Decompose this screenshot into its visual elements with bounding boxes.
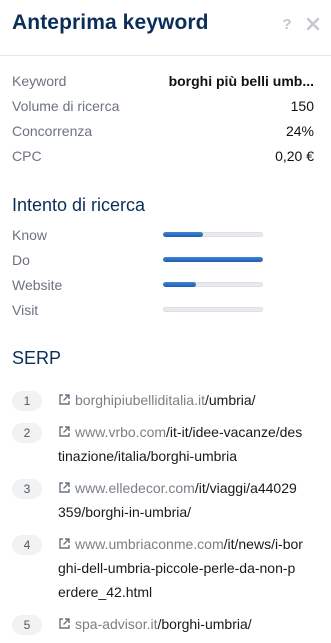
detail-row-volume: Volume di ricerca 150 (12, 93, 314, 118)
detail-row-cpc: CPC 0,20 € (12, 143, 314, 168)
intent-row-website: Website (12, 272, 263, 297)
external-link-icon (59, 482, 70, 493)
external-link-icon (59, 426, 70, 437)
close-icon[interactable] (305, 14, 321, 34)
serp-result: 3 www.elledecor.com/it/viaggi/a44029359/… (12, 476, 323, 524)
intent-label: Know (12, 226, 48, 243)
serp-result: 4 www.umbriaconme.com/it/news/i-borghi-d… (12, 532, 323, 604)
external-link-icon (59, 538, 70, 549)
serp-host: spa-advisor.it (75, 616, 158, 632)
rank-badge: 3 (12, 479, 42, 499)
detail-row-competition: Concorrenza 24% (12, 118, 314, 143)
serp-result: 5 spa-advisor.it/borghi-umbria/ (12, 612, 323, 636)
keyword-details: Keyword borghi più belli umb... Volume d… (12, 68, 314, 168)
intent-bar-fill (163, 232, 203, 237)
serp-host: borghipiubelliditalia.it (75, 392, 205, 408)
intent-bar (163, 232, 263, 237)
serp-link[interactable]: www.vrbo.com/it-it/idee-vacanze/destinaz… (58, 420, 303, 468)
detail-label: CPC (12, 147, 42, 164)
svg-text:?: ? (282, 16, 291, 32)
serp-link[interactable]: www.elledecor.com/it/viaggi/a44029359/bo… (58, 476, 303, 524)
external-link-icon (59, 394, 70, 405)
intent-bar-fill (163, 257, 263, 262)
detail-value: 150 (290, 97, 314, 114)
serp-link[interactable]: borghipiubelliditalia.it/umbria/ (58, 388, 303, 412)
intent-bar (163, 307, 263, 312)
intent-row-do: Do (12, 247, 263, 272)
question-icon[interactable]: ? (279, 14, 295, 34)
rank-badge: 1 (12, 391, 42, 411)
detail-value: 0,20 € (275, 147, 314, 164)
serp-host: www.umbriaconme.com (75, 536, 224, 552)
rank-badge: 5 (12, 615, 42, 635)
intent-bar (163, 257, 263, 262)
intent-label: Website (12, 276, 63, 293)
rank-badge: 2 (12, 423, 42, 443)
intent-row-visit: Visit (12, 297, 263, 322)
detail-label: Volume di ricerca (12, 97, 120, 114)
serp-link[interactable]: spa-advisor.it/borghi-umbria/ (58, 612, 303, 636)
detail-value: 24% (285, 122, 314, 139)
serp-list: 1 borghipiubelliditalia.it/umbria/ 2 www… (12, 388, 323, 643)
intent-label: Do (12, 251, 30, 268)
intent-row-know: Know (12, 222, 263, 247)
intent-bar (163, 282, 263, 287)
serp-host: www.vrbo.com (75, 424, 167, 440)
keyword-preview-panel: Anteprima keyword ? Keyword borghi più b… (0, 0, 331, 643)
serp-result: 2 www.vrbo.com/it-it/idee-vacanze/destin… (12, 420, 323, 468)
detail-value: borghi più belli umb... (168, 72, 314, 89)
intent-bar-fill (163, 282, 196, 287)
serp-path: /umbria/ (204, 392, 256, 408)
serp-section-title: SERP (12, 348, 62, 368)
serp-path: /borghi-umbria/ (157, 616, 252, 632)
panel-title: Anteprima keyword (12, 11, 209, 34)
header-actions: ? (279, 14, 321, 34)
external-link-icon (59, 618, 70, 629)
serp-host: www.elledecor.com (75, 480, 195, 496)
serp-result: 1 borghipiubelliditalia.it/umbria/ (12, 388, 323, 412)
panel-header: Anteprima keyword ? (0, 0, 331, 56)
detail-label: Keyword (12, 72, 67, 89)
detail-row-keyword: Keyword borghi più belli umb... (12, 68, 314, 93)
serp-link[interactable]: www.umbriaconme.com/it/news/i-borghi-del… (58, 532, 303, 604)
intent-list: Know Do Website Visit (12, 222, 263, 322)
intent-section-title: Intento di ricerca (12, 195, 146, 215)
intent-label: Visit (12, 301, 39, 318)
rank-badge: 4 (12, 535, 42, 555)
detail-label: Concorrenza (12, 122, 93, 139)
